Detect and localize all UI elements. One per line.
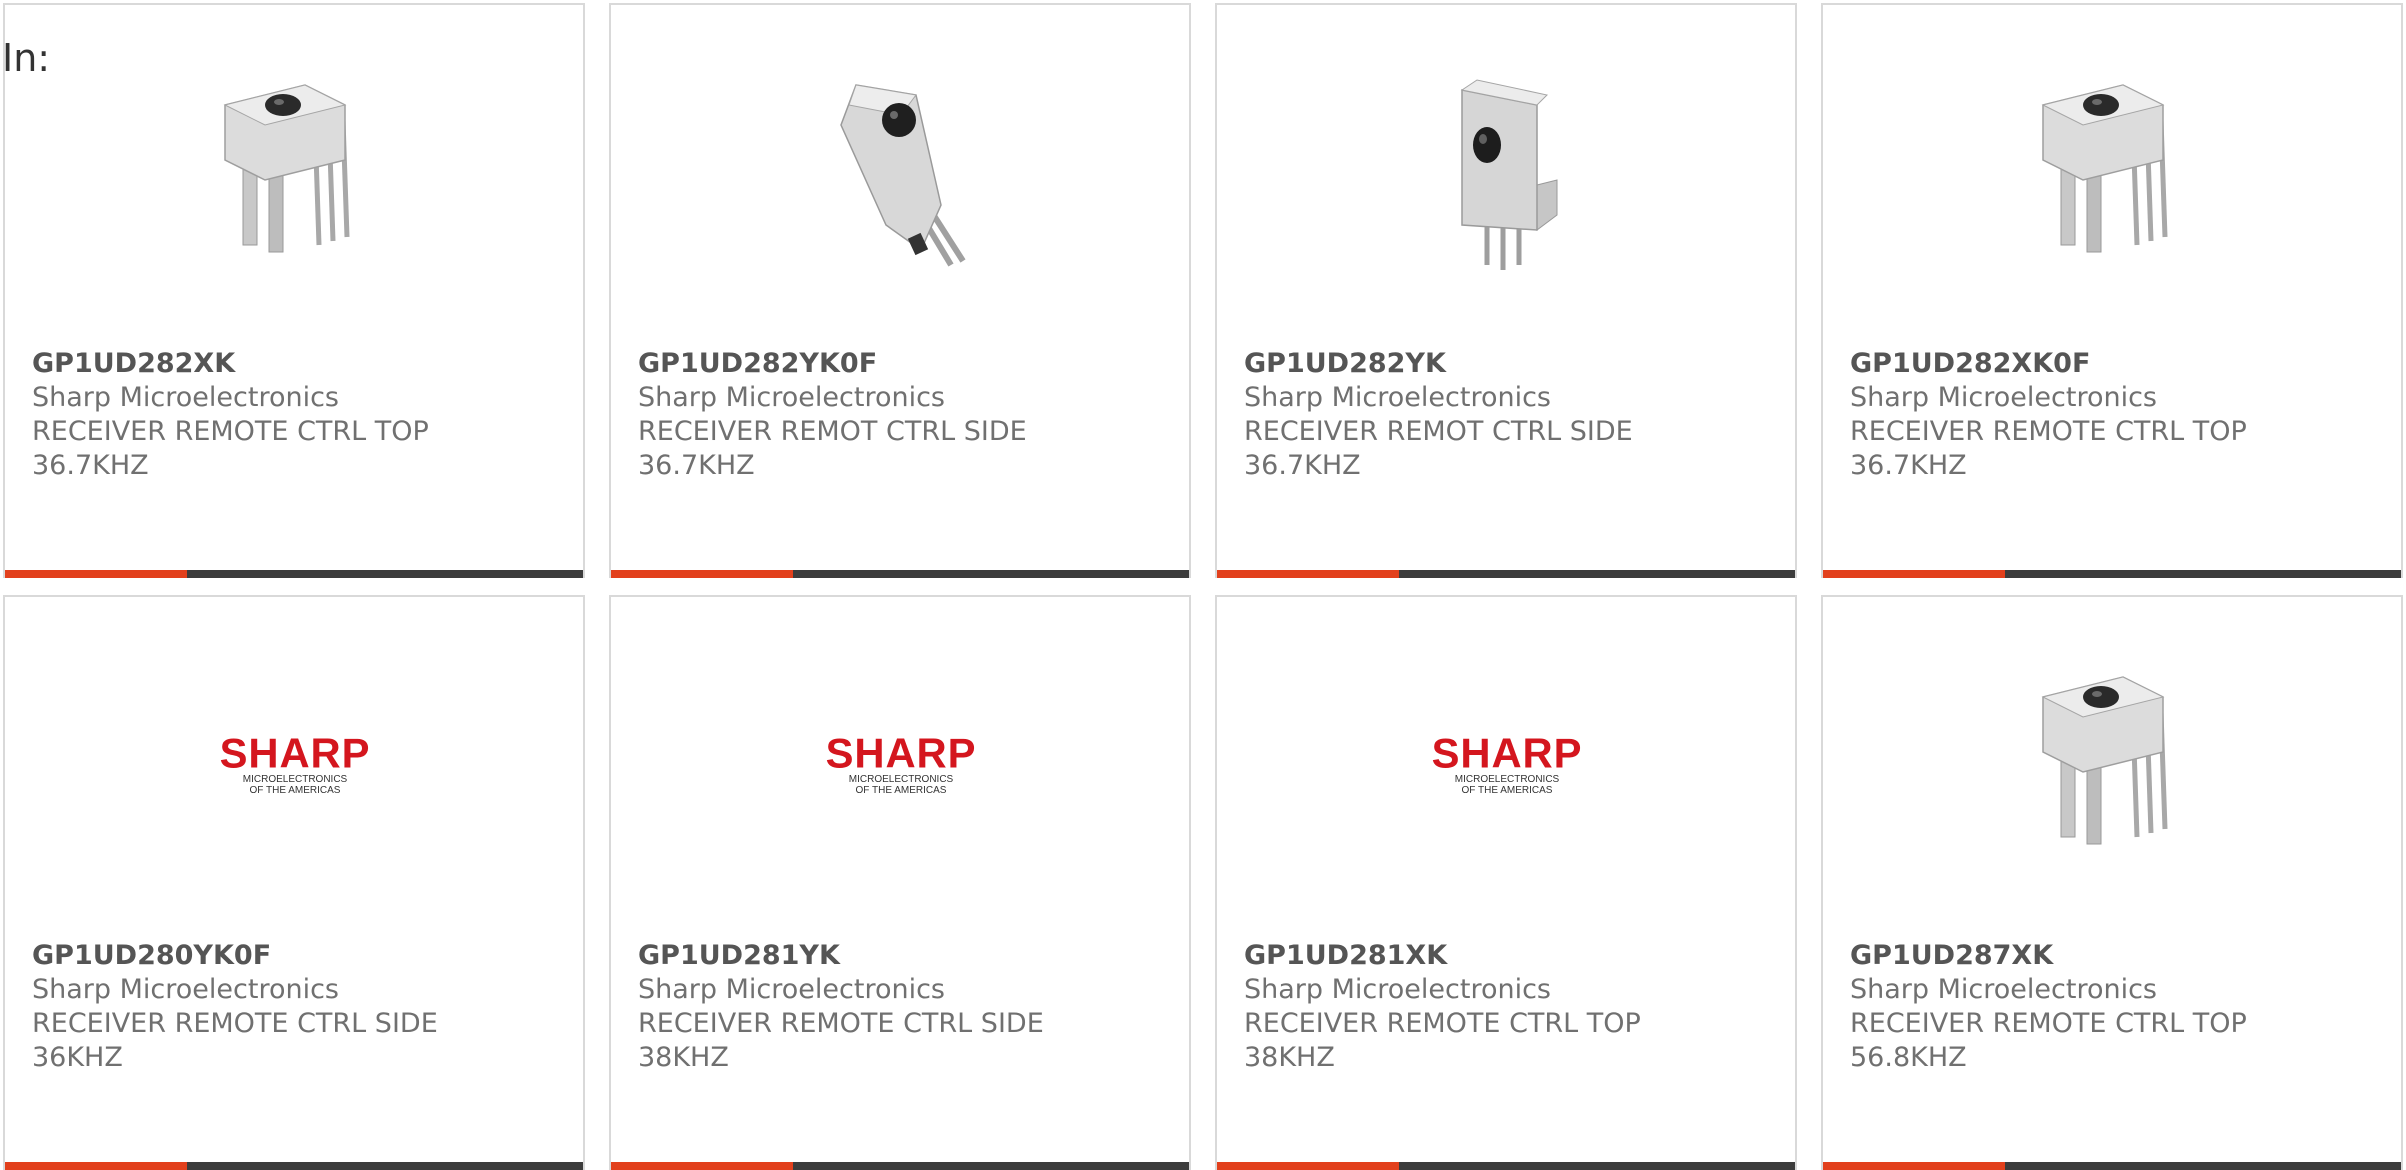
sharp-logo-word: SHARP (1432, 729, 1583, 776)
product-card[interactable]: GP1UD282YK Sharp Microelectronics RECEIV… (1215, 3, 1797, 578)
card-accent-bar (5, 570, 187, 578)
product-card[interactable]: SHARP MICROELECTRONICS OF THE AMERICAS G… (1215, 595, 1797, 1170)
card-accent-bar (611, 570, 793, 578)
sharp-logo: SHARP MICROELECTRONICS OF THE AMERICAS (220, 729, 371, 796)
ir-receiver-side-upright-image (1460, 79, 1558, 270)
sharp-logo: SHARP MICROELECTRONICS OF THE AMERICAS (826, 729, 977, 796)
card-accent-bar (1823, 1162, 2005, 1170)
product-grid: GP1UD282XK Sharp Microelectronics RECEIV… (3, 3, 2403, 1170)
description-line-1: RECEIVER REMOTE CTRL TOP (32, 416, 429, 447)
ir-receiver-top-image (2041, 676, 2168, 845)
ir-receiver-top-image (223, 84, 350, 253)
sharp-logo-line2: OF THE AMERICAS (1462, 785, 1553, 796)
part-number-link[interactable]: GP1UD282XK0F (1850, 347, 2390, 381)
manufacturer-name: Sharp Microelectronics (32, 382, 339, 413)
description-line-2: 38KHZ (638, 1042, 729, 1073)
description-line-1: RECEIVER REMOTE CTRL TOP (1850, 416, 2247, 447)
description-line-2: 36.7KHZ (1850, 450, 1967, 481)
description-line-2: 36KHZ (32, 1042, 123, 1073)
description-line-2: 38KHZ (1244, 1042, 1335, 1073)
sharp-logo-line2: OF THE AMERICAS (856, 785, 947, 796)
product-info: GP1UD282XK Sharp Microelectronics RECEIV… (32, 347, 572, 483)
product-image[interactable] (801, 65, 1001, 275)
product-image[interactable] (2013, 65, 2213, 275)
ir-receiver-top-image (2041, 84, 2168, 253)
part-number-link[interactable]: GP1UD282YK0F (638, 347, 1178, 381)
part-number-link[interactable]: GP1UD287XK (1850, 939, 2390, 973)
card-accent-bar (1823, 570, 2005, 578)
product-info: GP1UD281XK Sharp Microelectronics RECEIV… (1244, 939, 1784, 1075)
sharp-logo-line1: MICROELECTRONICS (243, 774, 348, 785)
product-image[interactable] (195, 65, 395, 275)
product-info: GP1UD280YK0F Sharp Microelectronics RECE… (32, 939, 572, 1075)
description-line-2: 56.8KHZ (1850, 1042, 1967, 1073)
card-accent-bar (5, 1162, 187, 1170)
product-info: GP1UD287XK Sharp Microelectronics RECEIV… (1850, 939, 2390, 1075)
product-card[interactable]: GP1UD282YK0F Sharp Microelectronics RECE… (609, 3, 1191, 578)
sharp-logo-word: SHARP (220, 729, 371, 776)
sharp-logo: SHARP MICROELECTRONICS OF THE AMERICAS (1432, 729, 1583, 796)
ir-receiver-side-image (840, 84, 966, 267)
product-card[interactable]: GP1UD282XK0F Sharp Microelectronics RECE… (1821, 3, 2403, 578)
part-number-link[interactable]: GP1UD282YK (1244, 347, 1784, 381)
description-line-1: RECEIVER REMOTE CTRL SIDE (638, 1008, 1044, 1039)
description-line-1: RECEIVER REMOT CTRL SIDE (638, 416, 1027, 447)
product-image[interactable] (1407, 65, 1607, 275)
product-info: GP1UD282YK Sharp Microelectronics RECEIV… (1244, 347, 1784, 483)
product-info: GP1UD282XK0F Sharp Microelectronics RECE… (1850, 347, 2390, 483)
manufacturer-name: Sharp Microelectronics (1244, 974, 1551, 1005)
description-line-1: RECEIVER REMOTE CTRL SIDE (32, 1008, 438, 1039)
product-image[interactable] (2013, 657, 2213, 867)
manufacturer-name: Sharp Microelectronics (1244, 382, 1551, 413)
product-image[interactable]: SHARP MICROELECTRONICS OF THE AMERICAS (1407, 657, 1607, 867)
filter-in-label: In: (2, 36, 51, 80)
description-line-2: 36.7KHZ (1244, 450, 1361, 481)
sharp-logo-line2: OF THE AMERICAS (250, 785, 341, 796)
sharp-logo-line1: MICROELECTRONICS (849, 774, 954, 785)
product-image[interactable]: SHARP MICROELECTRONICS OF THE AMERICAS (195, 657, 395, 867)
card-accent-bar (1217, 570, 1399, 578)
product-card[interactable]: SHARP MICROELECTRONICS OF THE AMERICAS G… (609, 595, 1191, 1170)
part-number-link[interactable]: GP1UD282XK (32, 347, 572, 381)
card-accent-bar (1217, 1162, 1399, 1170)
product-info: GP1UD282YK0F Sharp Microelectronics RECE… (638, 347, 1178, 483)
manufacturer-name: Sharp Microelectronics (1850, 974, 2157, 1005)
manufacturer-name: Sharp Microelectronics (638, 974, 945, 1005)
description-line-2: 36.7KHZ (32, 450, 149, 481)
description-line-2: 36.7KHZ (638, 450, 755, 481)
manufacturer-name: Sharp Microelectronics (638, 382, 945, 413)
product-image[interactable]: SHARP MICROELECTRONICS OF THE AMERICAS (801, 657, 1001, 867)
product-card[interactable]: GP1UD287XK Sharp Microelectronics RECEIV… (1821, 595, 2403, 1170)
product-card[interactable]: GP1UD282XK Sharp Microelectronics RECEIV… (3, 3, 585, 578)
part-number-link[interactable]: GP1UD281YK (638, 939, 1178, 973)
description-line-1: RECEIVER REMOTE CTRL TOP (1850, 1008, 2247, 1039)
manufacturer-name: Sharp Microelectronics (32, 974, 339, 1005)
card-accent-bar (611, 1162, 793, 1170)
description-line-1: RECEIVER REMOTE CTRL TOP (1244, 1008, 1641, 1039)
manufacturer-name: Sharp Microelectronics (1850, 382, 2157, 413)
description-line-1: RECEIVER REMOT CTRL SIDE (1244, 416, 1633, 447)
sharp-logo-word: SHARP (826, 729, 977, 776)
part-number-link[interactable]: GP1UD280YK0F (32, 939, 572, 973)
part-number-link[interactable]: GP1UD281XK (1244, 939, 1784, 973)
sharp-logo-line1: MICROELECTRONICS (1455, 774, 1560, 785)
product-card[interactable]: SHARP MICROELECTRONICS OF THE AMERICAS G… (3, 595, 585, 1170)
product-info: GP1UD281YK Sharp Microelectronics RECEIV… (638, 939, 1178, 1075)
